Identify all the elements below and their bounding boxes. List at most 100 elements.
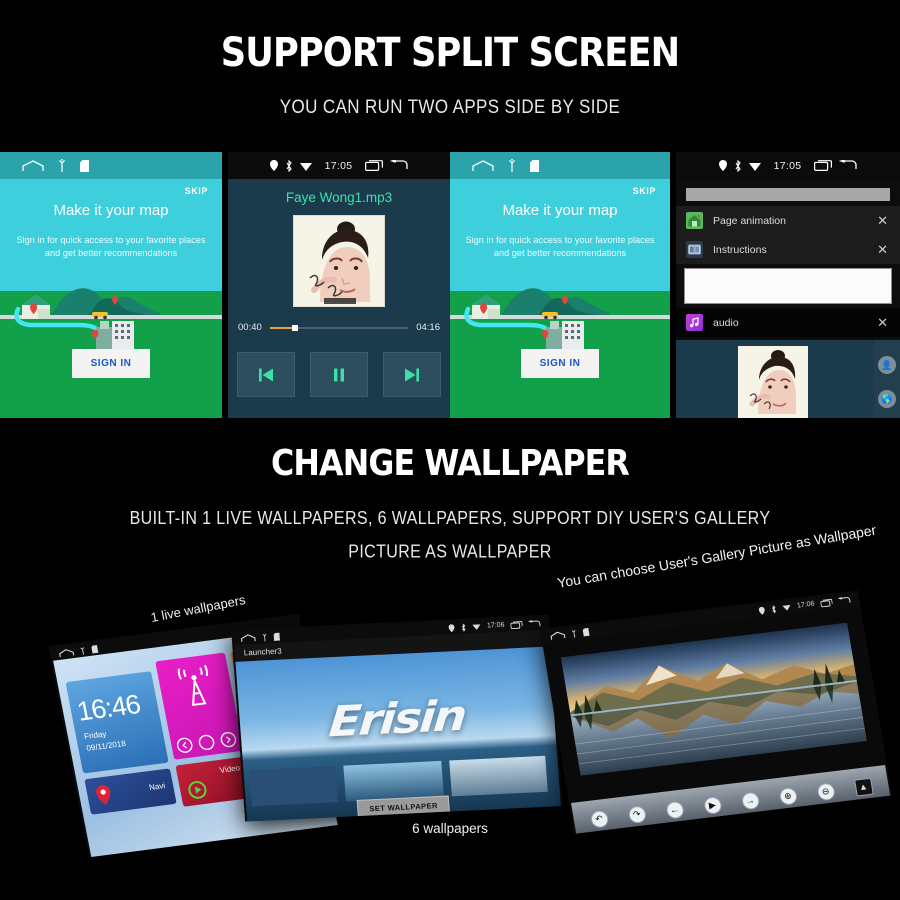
set-wallpaper-button[interactable]: SET WALLPAPER [356, 795, 451, 819]
skip-button[interactable]: SKIP [633, 186, 656, 196]
navi-label: Navi [148, 781, 166, 793]
sdcard-icon [582, 627, 590, 636]
photo-wall-thumbnail [484, 869, 568, 900]
clock-weekday: Friday [83, 729, 108, 742]
page-title-split-screen: SUPPORT SPLIT SCREEN [220, 30, 680, 76]
sdcard-icon [80, 159, 89, 172]
screenshot-panel-maps-right: SKIP Make it your map Sign in for quick … [450, 152, 670, 418]
photo-wall-thumbnail [564, 864, 646, 900]
pause-icon [334, 368, 344, 381]
status-clock: 17:06 [796, 600, 816, 610]
home-icon [472, 159, 494, 171]
transport-controls [237, 352, 441, 397]
bluetooth-icon [286, 159, 292, 172]
home-icon [22, 159, 44, 171]
zoom-out-icon[interactable]: ⊖ [815, 781, 836, 801]
close-icon[interactable]: ✕ [877, 214, 888, 227]
android-status-bar: 17:05 [676, 152, 900, 179]
maps-heading: Make it your map [53, 202, 169, 219]
radio-controls-icons [176, 731, 237, 753]
total-duration: 04:16 [416, 322, 440, 333]
erisin-brand-logo: Erisin [327, 690, 467, 747]
usb-icon [262, 633, 267, 641]
seek-bar-row[interactable]: 00:40 04:16 [228, 322, 450, 333]
split-screen-drop-target[interactable] [684, 268, 892, 304]
contacts-icon[interactable]: 👤 [878, 356, 896, 374]
bluetooth-icon [735, 159, 741, 172]
drag-handle[interactable] [686, 188, 890, 201]
android-status-bar [0, 152, 222, 179]
photo-wall-thumbnail [401, 805, 487, 867]
photo-wall-thumbnail [242, 864, 324, 900]
navi-tile[interactable]: Navi [84, 768, 177, 815]
usb-icon [571, 629, 576, 638]
gallery-photo-viewer[interactable]: ↶ ↷ ← ▶ → ⊕ ⊖ ▲ [544, 605, 892, 834]
clock-date: 09/11/2018 [85, 738, 127, 753]
recent-item-instructions[interactable]: Instructions ✕ [676, 235, 900, 264]
set-as-wallpaper-icon[interactable]: ▲ [853, 777, 874, 797]
maps-description: Sign in for quick access to your favorit… [465, 235, 655, 258]
split-screen-showcase: SKIP Make it your map Sign in for quick … [0, 152, 900, 418]
location-icon [269, 160, 278, 171]
wifi-icon [782, 604, 791, 611]
sign-in-button[interactable]: SIGN IN [521, 349, 599, 378]
wallpaper-thumbnail[interactable] [449, 755, 548, 797]
elapsed-time: 00:40 [238, 322, 262, 333]
prev-track-button[interactable] [237, 352, 295, 397]
usb-icon [58, 159, 66, 172]
back-icon [837, 596, 851, 603]
pause-button[interactable] [310, 352, 368, 397]
android-status-bar [450, 152, 670, 179]
page-subtitle-change-wallpaper: BUILT-IN 1 LIVE WALLPAPERS, 6 WALLPAPERS… [14, 501, 887, 568]
audio-app-preview[interactable]: 👤 🌎 ➜ [676, 340, 900, 418]
photo-wall-thumbnail [401, 875, 487, 900]
skip-button[interactable]: SKIP [185, 186, 208, 196]
next-track-button[interactable] [383, 352, 441, 397]
android-status-bar: 17:05 [228, 152, 450, 179]
close-icon[interactable]: ✕ [877, 316, 888, 329]
status-clock: 17:05 [773, 159, 802, 172]
photo-mountain-lake[interactable] [560, 622, 867, 776]
previous-icon[interactable]: ← [664, 800, 685, 819]
wifi-icon [299, 162, 312, 171]
photo-wall-thumbnail [642, 859, 720, 900]
home-icon [550, 631, 566, 640]
audio-player-app: 17:05 Faye Wong1.mp3 00:40 04:16 [228, 152, 450, 418]
music-note-icon [686, 314, 703, 331]
subtitle-line-1: BUILT-IN 1 LIVE WALLPAPERS, 6 WALLPAPERS… [129, 508, 771, 529]
zoom-in-icon[interactable]: ⊕ [777, 786, 798, 806]
recent-item-page-animation[interactable]: Page animation ✕ [676, 206, 900, 235]
rotate-left-icon[interactable]: ↶ [589, 809, 609, 829]
sdcard-icon [91, 644, 99, 654]
sdcard-icon [273, 632, 280, 641]
recents-icon [820, 598, 833, 607]
device-gallery-viewer[interactable]: 17:06 ↶ ↷ ← ▶ → ⊕ ⊖ ▲ [539, 590, 893, 834]
wallpaper-thumbnail[interactable] [343, 760, 444, 802]
maps-illustration [450, 288, 670, 349]
maps-heading: Make it your map [502, 202, 618, 219]
status-clock: 17:06 [486, 621, 505, 630]
location-icon [759, 606, 766, 615]
wallpaper-thumbnail[interactable] [249, 766, 338, 807]
play-circle-icon [188, 780, 207, 799]
progress-slider[interactable] [269, 324, 409, 331]
maps-onboarding: SKIP Make it your map Sign in for quick … [450, 179, 670, 418]
maps-app: SKIP Make it your map Sign in for quick … [0, 152, 222, 418]
device-launcher3-wallpaper-picker[interactable]: 17:06 Launcher3 Erisin SET WALLPAPER [231, 614, 563, 822]
photo-wall-thumbnail [168, 859, 246, 900]
photo-wall-thumbnail [96, 856, 170, 900]
sign-in-button[interactable]: SIGN IN [72, 349, 150, 378]
recent-item-audio[interactable]: audio ✕ [676, 308, 900, 337]
wifi-icon [748, 162, 761, 171]
play-icon[interactable]: ▶ [702, 795, 723, 815]
next-icon[interactable]: → [740, 791, 760, 810]
back-icon [839, 160, 858, 169]
photo-wall-thumbnail [27, 852, 96, 900]
close-icon[interactable]: ✕ [877, 243, 888, 256]
photo-wall-thumbnail [718, 856, 792, 900]
browser-icon[interactable]: 🌎 [878, 390, 896, 408]
clock-tile[interactable]: 16:46 Friday 09/11/2018 [65, 671, 169, 774]
wallpaper-preview: Erisin SET WALLPAPER [235, 646, 562, 822]
radio-tile[interactable] [155, 652, 244, 760]
rotate-right-icon[interactable]: ↷ [626, 804, 647, 824]
